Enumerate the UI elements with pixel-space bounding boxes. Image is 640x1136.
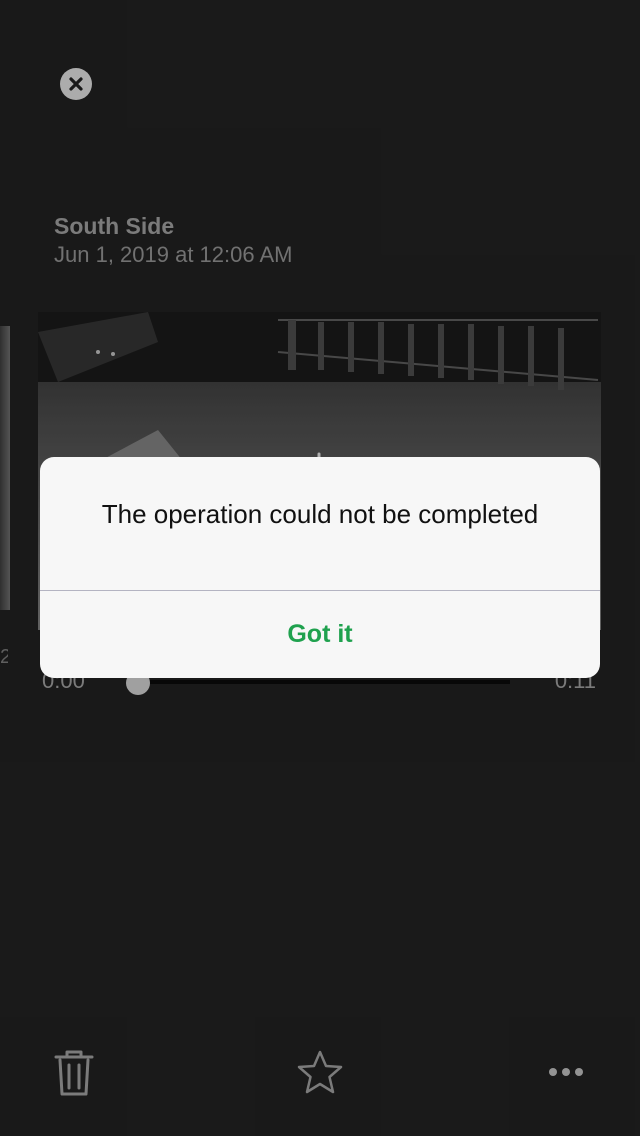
error-alert-dialog: The operation could not be completed Got…	[40, 457, 600, 678]
event-viewer-screen: South Side Jun 1, 2019 at 12:06 AM 2 0:0…	[0, 0, 640, 1136]
alert-message: The operation could not be completed	[101, 499, 539, 529]
got-it-button[interactable]: Got it	[40, 591, 600, 678]
